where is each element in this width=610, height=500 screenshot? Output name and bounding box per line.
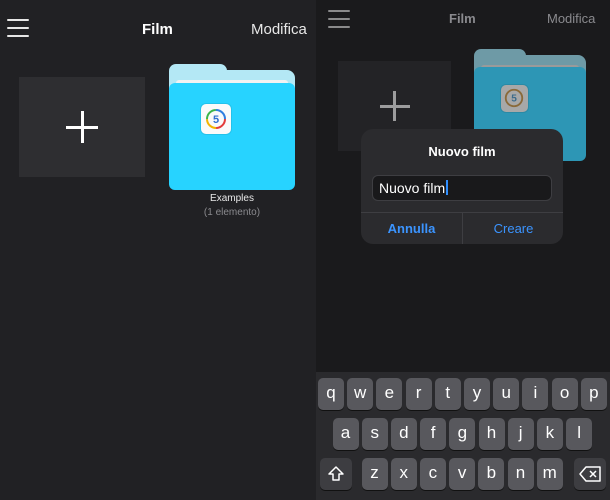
plus-icon [379,91,410,121]
key-z[interactable]: z [361,458,388,490]
key-j[interactable]: j [507,418,534,450]
on-screen-keyboard: qwertyuiop asdfghjkl zxcvbnm [316,372,610,500]
app-logo-icon: 5 [201,104,231,134]
key-i[interactable]: i [522,378,549,410]
key-e[interactable]: e [376,378,403,410]
key-l[interactable]: l [566,418,593,450]
backspace-icon [579,466,601,482]
key-d[interactable]: d [390,418,417,450]
key-w[interactable]: w [347,378,374,410]
film-name-input[interactable]: Nuovo film [372,175,552,201]
key-n[interactable]: n [507,458,534,490]
menu-icon [328,10,350,28]
page-title: Film [142,21,173,38]
dialog-title: Nuovo film [428,144,496,159]
svg-text:5: 5 [213,114,219,126]
shift-key[interactable] [320,458,352,490]
backspace-key[interactable] [574,458,606,490]
key-v[interactable]: v [449,458,476,490]
plus-icon [66,111,98,143]
shift-icon [328,466,344,481]
top-bar: Film Modifica [0,0,316,56]
key-x[interactable]: x [390,458,417,490]
app-logo-icon: 5 [501,85,528,112]
key-s[interactable]: s [361,418,388,450]
key-q[interactable]: q [318,378,344,410]
new-film-dialog: Nuovo film Nuovo film Annulla Creare [361,129,563,244]
key-g[interactable]: g [449,418,476,450]
key-y[interactable]: y [464,378,490,410]
svg-text:5: 5 [511,94,517,105]
cancel-button[interactable]: Annulla [361,213,462,244]
key-c[interactable]: c [419,458,446,490]
key-h[interactable]: h [478,418,505,450]
add-film-button[interactable] [19,77,145,177]
key-m[interactable]: m [536,458,563,490]
text-caret [446,180,448,195]
key-p[interactable]: p [580,378,607,410]
key-o[interactable]: o [551,378,578,410]
key-u[interactable]: u [493,378,520,410]
key-t[interactable]: t [434,378,461,410]
folder-examples[interactable]: 5 [169,64,295,190]
create-button[interactable]: Creare [463,213,563,244]
edit-button: Modifica [547,11,596,26]
key-r[interactable]: r [405,378,432,410]
key-a[interactable]: a [332,418,359,450]
key-f[interactable]: f [420,418,447,450]
page-title: Film [449,11,476,26]
new-film-dialog-screen: Film Modifica 5 Nuovo film Nuovo film An… [316,0,610,500]
film-screen: Film Modifica 5 Examples (1 elemento) [0,0,316,500]
key-k[interactable]: k [536,418,563,450]
menu-icon[interactable] [7,19,29,37]
key-b[interactable]: b [478,458,505,490]
folder-name: Examples [210,193,254,204]
edit-button[interactable]: Modifica [251,21,307,38]
folder-item-count: (1 elemento) [203,207,261,218]
